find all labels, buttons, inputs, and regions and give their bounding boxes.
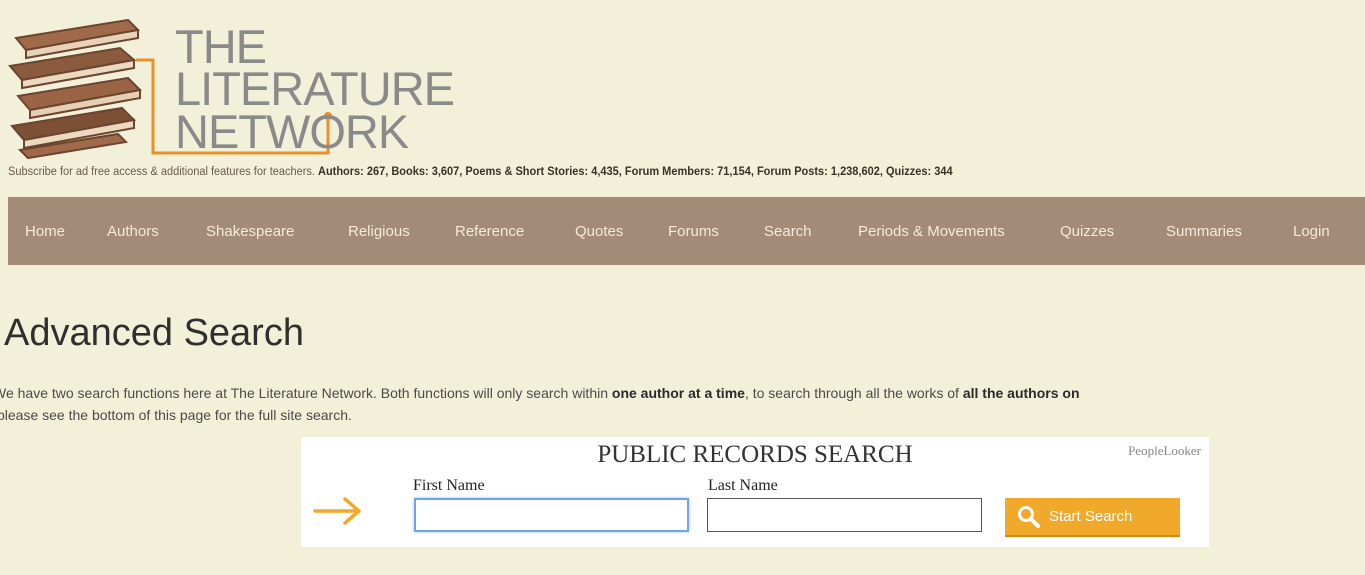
nav-religious[interactable]: Religious	[348, 223, 410, 240]
nav-summaries[interactable]: Summaries	[1166, 223, 1242, 240]
intro-text: We have two search functions here at The…	[0, 382, 1365, 426]
start-search-label: Start Search	[1049, 508, 1133, 525]
last-name-input[interactable]	[707, 498, 982, 532]
intro-line-1: We have two search functions here at The…	[0, 382, 1365, 404]
intro-bold-2: all the authors on	[962, 385, 1080, 401]
last-name-label: Last Name	[708, 477, 778, 494]
ad-title: PUBLIC RECORDS SEARCH	[597, 441, 913, 468]
arrow-right-icon	[313, 497, 361, 525]
start-search-button[interactable]: Start Search	[1005, 498, 1180, 537]
intro-part-1: We have two search functions here at The…	[0, 385, 612, 401]
site-stats: Authors: 267, Books: 3,607, Poems & Shor…	[318, 165, 953, 179]
page-title: Advanced Search	[4, 312, 304, 354]
nav-quizzes[interactable]: Quizzes	[1060, 223, 1114, 240]
first-name-label: First Name	[413, 477, 485, 494]
site-header: THE LITERATURE NETWORK Subscribe for ad …	[0, 0, 1365, 196]
nav-forums[interactable]: Forums	[668, 223, 719, 240]
nav-reference[interactable]: Reference	[455, 223, 524, 240]
nav-shakespeare[interactable]: Shakespeare	[206, 223, 294, 240]
intro-part-2: , to search through all the works of	[744, 385, 963, 401]
nav-authors[interactable]: Authors	[107, 223, 159, 240]
site-logo[interactable]: THE LITERATURE NETWORK	[8, 8, 455, 168]
logo-line-network: NETWORK	[175, 104, 409, 158]
search-icon	[1018, 505, 1040, 528]
nav-periods-movements[interactable]: Periods & Movements	[858, 223, 1005, 240]
intro-line-2: please see the bottom of this page for t…	[0, 407, 352, 423]
first-name-input[interactable]	[414, 498, 689, 532]
public-records-ad: PUBLIC RECORDS SEARCH PeopleLooker First…	[301, 437, 1209, 547]
ad-brand[interactable]: PeopleLooker	[1128, 443, 1201, 459]
intro-bold-1: one author at a time	[611, 385, 745, 401]
nav-login[interactable]: Login	[1293, 223, 1330, 240]
nav-quotes[interactable]: Quotes	[575, 223, 623, 240]
main-nav: Home Authors Shakespeare Religious Refer…	[8, 197, 1365, 265]
nav-search[interactable]: Search	[764, 223, 812, 240]
logo-wordmark: THE LITERATURE NETWORK	[175, 23, 455, 158]
nav-home[interactable]: Home	[25, 223, 65, 240]
subscribe-link[interactable]: Subscribe for ad free access & additiona…	[8, 166, 315, 179]
site-tagline: Subscribe for ad free access & additiona…	[8, 166, 953, 179]
